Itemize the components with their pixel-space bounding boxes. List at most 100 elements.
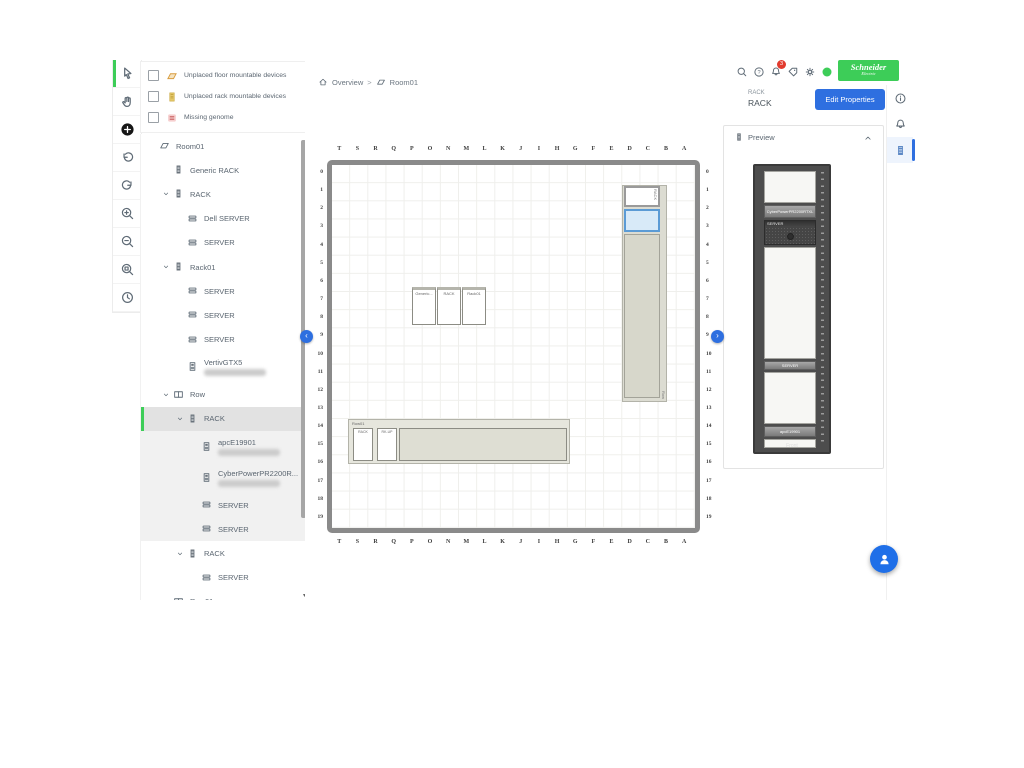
collapse-left-toggle[interactable]: ‹: [300, 330, 313, 343]
plan-column-label: O: [421, 539, 439, 545]
genome-icon: [166, 112, 178, 124]
tree-item-vertivgtx5[interactable]: VertivGTX5: [141, 352, 307, 383]
rack-plan-label: RACK: [354, 430, 372, 434]
pan-tool[interactable]: [113, 88, 141, 116]
plan-column-label: N: [439, 146, 457, 152]
canvas-toolbar: [112, 60, 142, 313]
breadcrumb-overview[interactable]: Overview: [332, 78, 363, 87]
row01-container[interactable]: Row01 RACKRK-UP: [348, 419, 570, 464]
rack-on-plan[interactable]: RK-UP: [377, 428, 397, 461]
rack-icon: [187, 413, 199, 425]
legend-checkbox[interactable]: [148, 70, 159, 81]
chevron-up-icon[interactable]: [863, 133, 873, 143]
feedback-icon[interactable]: [786, 65, 799, 78]
rack-on-plan[interactable]: Generic...: [412, 287, 436, 325]
chevron-down-icon[interactable]: [161, 598, 171, 600]
rack-device-icon: [166, 91, 178, 103]
breadcrumb-separator: >: [367, 78, 371, 87]
floor-icon: [376, 77, 386, 87]
zoom-out-tool[interactable]: [113, 228, 141, 256]
notification-badge: 3: [777, 60, 786, 69]
plan-row-label: 13: [311, 405, 323, 411]
legend-panel: Unplaced floor mountable devicesUnplaced…: [140, 61, 306, 133]
floorplan-canvas[interactable]: Overview > Room01 TTSSRRQQPPOONNMMLLKKJJ…: [305, 60, 718, 600]
settings-icon[interactable]: [803, 65, 816, 78]
chevron-down-icon[interactable]: [161, 391, 171, 399]
plan-row-label: 0: [706, 169, 718, 175]
chevron-down-icon[interactable]: [161, 190, 171, 198]
tree-item-server[interactable]: SERVER: [141, 517, 307, 541]
rack-panel-icon[interactable]: [887, 137, 913, 163]
plan-column-label: J: [512, 539, 530, 545]
chevron-down-icon[interactable]: [175, 415, 185, 423]
plan-column-label: L: [475, 539, 493, 545]
tree-item-generic-rack[interactable]: Generic RACK: [141, 158, 307, 182]
rack-on-plan[interactable]: RACK: [624, 186, 660, 207]
tree-item-server[interactable]: SERVER: [141, 231, 307, 255]
row-rack-body[interactable]: [624, 234, 660, 398]
plan-row-label: 8: [706, 314, 718, 320]
collapse-right-toggle[interactable]: ›: [711, 330, 724, 343]
history-tool[interactable]: [113, 284, 141, 312]
assistant-fab[interactable]: [870, 545, 898, 573]
preview-title: Preview: [748, 133, 775, 142]
tree-item-rack[interactable]: RACK: [141, 182, 307, 206]
legend-checkbox[interactable]: [148, 91, 159, 102]
plan-row-label: 4: [706, 242, 718, 248]
tree-item-server[interactable]: SERVER: [141, 566, 307, 590]
select-tool[interactable]: [113, 60, 141, 88]
tree-item-rack01[interactable]: Rack01: [141, 255, 307, 279]
zoom-fit-tool[interactable]: [113, 256, 141, 284]
tree-item-server[interactable]: SERVER: [141, 328, 307, 352]
tree-item-label: apcE19901: [218, 438, 280, 447]
chevron-down-icon[interactable]: [175, 550, 185, 558]
alarm-icon[interactable]: [887, 111, 913, 137]
search-icon[interactable]: [735, 65, 748, 78]
tree-item-rack[interactable]: RACK: [141, 407, 307, 431]
ups-icon: [187, 361, 199, 373]
plan-column-label: G: [566, 146, 584, 152]
plan-row-label: 17: [706, 478, 718, 484]
row01-rack-long[interactable]: [399, 428, 567, 461]
help-icon[interactable]: ?: [752, 65, 765, 78]
info-icon[interactable]: [887, 85, 913, 111]
tree-item-room01[interactable]: Room01: [141, 134, 307, 158]
edit-properties-button[interactable]: Edit Properties: [815, 89, 885, 110]
chevron-down-icon[interactable]: [161, 263, 171, 271]
legend-checkbox[interactable]: [148, 112, 159, 123]
undo-tool[interactable]: [113, 144, 141, 172]
zoom-in-tool[interactable]: [113, 200, 141, 228]
tree-item-label: Dell SERVER: [204, 214, 250, 223]
plan-row-label: 12: [311, 387, 323, 393]
rack-preview: CyberPowerPR2200RTXLSERVERSERVERapcE1990…: [753, 164, 831, 454]
tree-item-apce19901[interactable]: apcE19901: [141, 431, 307, 462]
status-dot[interactable]: [820, 65, 833, 78]
plan-row-label: 15: [706, 441, 718, 447]
server-icon: [187, 309, 199, 321]
plan-row-label: 16: [706, 459, 718, 465]
tree-item-cyberpowerpr2200r[interactable]: CyberPowerPR2200R...: [141, 462, 307, 493]
tree-item-server[interactable]: SERVER: [141, 303, 307, 327]
tree-item-rack[interactable]: RACK: [141, 541, 307, 565]
redo-tool[interactable]: [113, 172, 141, 200]
tree-item-row[interactable]: Row: [141, 383, 307, 407]
tree-item-server[interactable]: SERVER: [141, 279, 307, 303]
tree-item-server[interactable]: SERVER: [141, 493, 307, 517]
tree-item-label: SERVER: [218, 525, 249, 534]
rack-selected-on-plan[interactable]: [624, 209, 660, 232]
plan-column-label: S: [348, 146, 366, 152]
plan-column-label: C: [639, 539, 657, 545]
plan-column-label: I: [530, 146, 548, 152]
tree-item-row01[interactable]: Row01: [141, 590, 307, 600]
plan-column-label: T: [330, 146, 348, 152]
plan-column-label: O: [421, 146, 439, 152]
add-tool[interactable]: [113, 116, 141, 144]
plan-column-label: H: [548, 539, 566, 545]
plan-column-label: C: [639, 146, 657, 152]
rack-on-plan[interactable]: RACK: [353, 428, 373, 461]
breadcrumb-room[interactable]: Room01: [390, 78, 418, 87]
rack-icon: [173, 164, 185, 176]
rack-on-plan[interactable]: Rack01: [462, 287, 486, 325]
rack-on-plan[interactable]: RACK: [437, 287, 461, 325]
tree-item-dell-server[interactable]: Dell SERVER: [141, 207, 307, 231]
